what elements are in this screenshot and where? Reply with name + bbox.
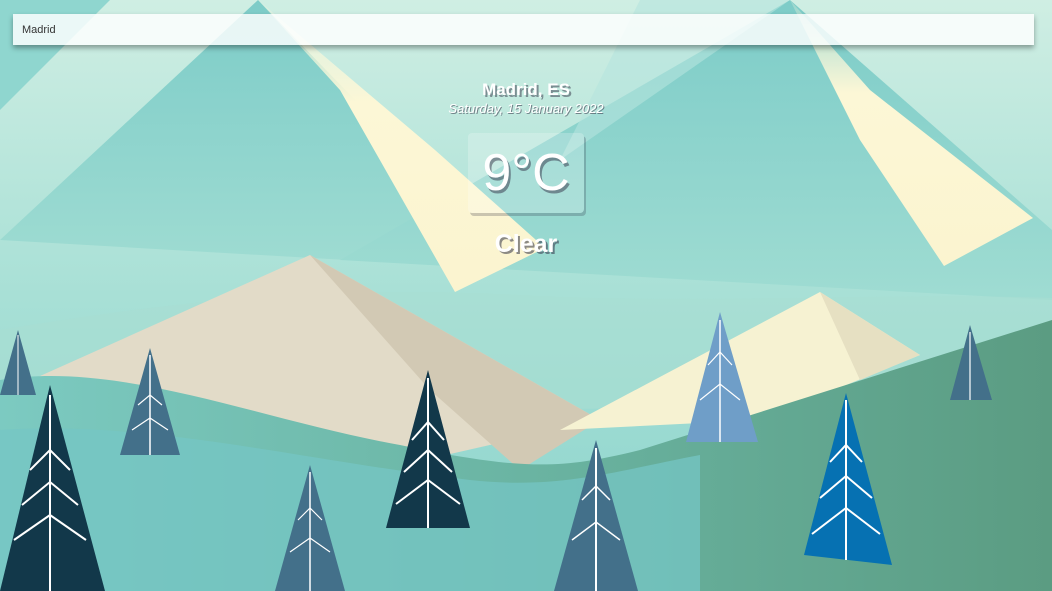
search-input[interactable] <box>13 14 1034 45</box>
location-name: Madrid, ES <box>482 80 570 99</box>
current-date: Saturday, 15 January 2022 <box>448 101 604 116</box>
location-box: Madrid, ES Saturday, 15 January 2022 <box>0 78 1052 116</box>
weather-box: 9°C Clear <box>0 133 1052 259</box>
temperature-display: 9°C <box>468 133 584 213</box>
weather-condition: Clear <box>494 230 558 258</box>
